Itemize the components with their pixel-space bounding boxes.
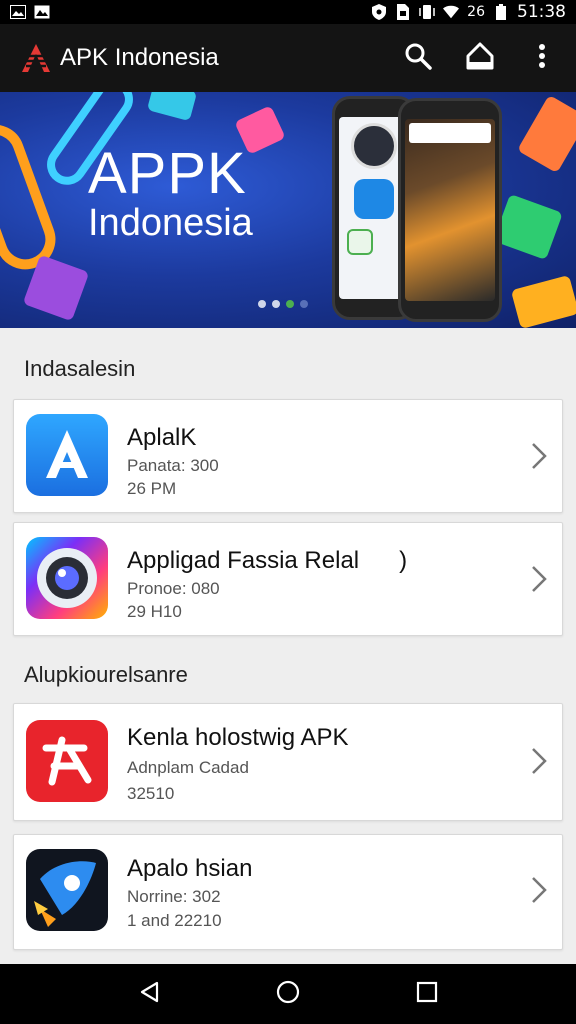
promo-banner[interactable]: APPK Indonesia	[0, 92, 576, 328]
chevron-right-icon	[530, 875, 548, 905]
browser-bar	[409, 123, 491, 143]
shield-icon	[371, 4, 387, 20]
battery-percent: 26	[467, 4, 485, 20]
decor-shape	[510, 274, 576, 328]
carousel-dot[interactable]	[258, 300, 266, 308]
home-circle-icon	[276, 980, 300, 1009]
app-bar: APK Indonesia	[0, 24, 576, 92]
app-title: Appligad Fassia Relal )	[127, 547, 408, 574]
carousel-indicator	[258, 300, 308, 308]
status-time: 51:38	[517, 2, 566, 22]
camera-lens-icon	[26, 537, 108, 619]
decor-shape	[0, 116, 64, 278]
app-meta: 1 and 22210	[127, 911, 222, 930]
app-meta: Pronoe: 080	[127, 579, 220, 598]
app-title: APK Indonesia	[60, 44, 219, 71]
phone-mockup-right	[398, 98, 502, 322]
status-left	[10, 4, 50, 20]
app-meta: Norrine: 302	[127, 887, 221, 906]
app-list-item[interactable]: Kenla holostwig APK Adnplam Cadad 32510	[13, 703, 563, 821]
app-meta: Adnplam Cadad	[127, 758, 249, 777]
rocket-phone-icon	[26, 849, 108, 931]
wifi-icon	[443, 4, 460, 20]
phone-screen	[405, 119, 495, 301]
more-vert-icon	[538, 43, 546, 74]
app-title: Apalo hsian	[127, 855, 253, 882]
more-options-button[interactable]	[524, 40, 560, 76]
decor-shape	[517, 94, 576, 174]
banner-subtitle: Indonesia	[88, 202, 253, 244]
home-nav-button[interactable]	[266, 972, 310, 1016]
recents-icon	[416, 981, 438, 1008]
app-list-item[interactable]: Appligad Fassia Relal ) Pronoe: 080 29 H…	[13, 522, 563, 636]
back-button[interactable]	[127, 972, 171, 1016]
apk-logo-icon	[20, 42, 52, 74]
app-tile-icon	[354, 179, 394, 219]
clock-widget-icon	[351, 123, 397, 169]
carousel-dot[interactable]	[272, 300, 280, 308]
system-nav-bar	[0, 964, 576, 1024]
chevron-right-icon	[530, 746, 548, 776]
battery-icon	[493, 4, 509, 20]
status-right: 26 51:38	[371, 2, 566, 22]
app-store-a-icon	[26, 414, 108, 496]
app-title: AplalK	[127, 424, 197, 451]
recents-button[interactable]	[405, 972, 449, 1016]
app-meta: 29 H10	[127, 602, 182, 621]
app-meta: 32510	[127, 784, 175, 803]
decor-shape	[493, 193, 563, 261]
search-icon	[404, 42, 432, 75]
search-button[interactable]	[400, 40, 436, 76]
content-list[interactable]: Indasalesin AplalK Panata: 300 26 PM App…	[0, 328, 576, 964]
home-icon	[465, 42, 495, 75]
photo-notification-icon	[34, 4, 50, 20]
app-meta: Panata: 300	[127, 456, 219, 475]
image-notification-icon	[10, 4, 26, 20]
red-apk-logo-icon	[26, 720, 108, 802]
decor-shape	[146, 92, 198, 122]
chevron-right-icon	[530, 441, 548, 471]
back-icon	[138, 980, 160, 1009]
banner-title: APPK	[88, 141, 247, 206]
carousel-dot[interactable]	[300, 300, 308, 308]
carousel-dot-active[interactable]	[286, 300, 294, 308]
vibrate-icon	[419, 4, 435, 20]
app-title: Kenla holostwig APK	[127, 724, 349, 751]
section-title: Indasalesin	[24, 356, 136, 381]
app-meta: 26 PM	[127, 479, 177, 498]
app-list-item[interactable]: AplalK Panata: 300 26 PM	[13, 399, 563, 513]
sim-card-icon	[395, 4, 411, 20]
home-button[interactable]	[462, 40, 498, 76]
app-tile-icon	[347, 229, 373, 255]
app-actions	[400, 40, 560, 76]
section-title: Alupkiourelsanre	[24, 662, 188, 687]
status-bar: 26 51:38	[0, 0, 576, 24]
app-list-item[interactable]: Apalo hsian Norrine: 302 1 and 22210	[13, 834, 563, 950]
chevron-right-icon	[530, 564, 548, 594]
